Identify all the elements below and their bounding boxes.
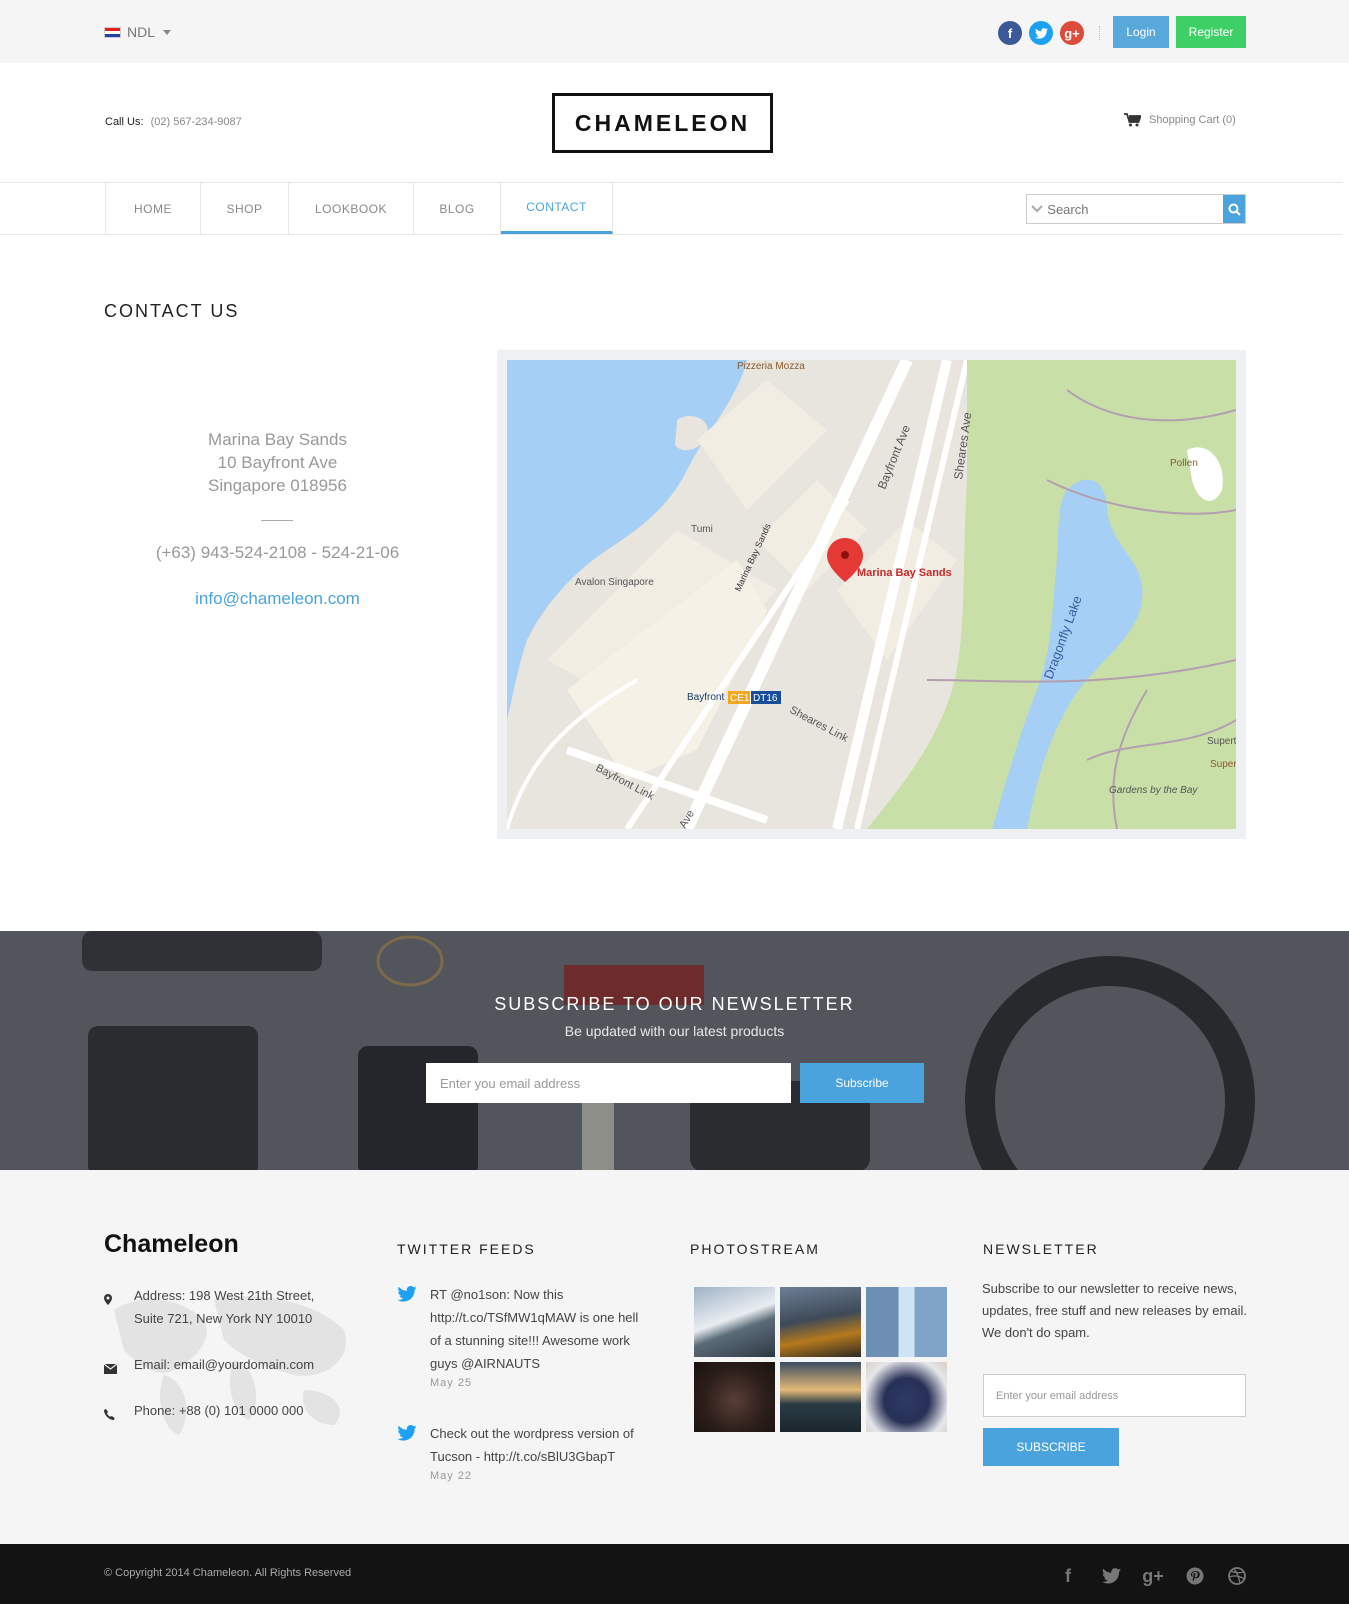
photostream-grid [694, 1287, 947, 1432]
call-us-number[interactable]: (02) 567-234-9087 [151, 116, 242, 128]
search-button[interactable] [1223, 195, 1245, 223]
twitter-icon[interactable] [1029, 21, 1053, 45]
googleplus-icon[interactable]: g+ [1060, 21, 1084, 45]
address-line: Suite 721, New York NY 10010 [134, 1311, 313, 1326]
tweet-date: May 25 [430, 1377, 473, 1389]
nav-item-home[interactable]: HOME [106, 183, 201, 234]
nav-item-shop[interactable]: SHOP [201, 183, 289, 234]
svg-text:Pollen: Pollen [1170, 458, 1198, 469]
divider [0, 234, 1343, 235]
twitter-icon[interactable] [1099, 1564, 1123, 1588]
googleplus-icon[interactable]: g+ [1141, 1564, 1165, 1588]
photo-thumbnail[interactable] [780, 1362, 861, 1432]
tweet-item: Check out the wordpress version of Tucso… [397, 1422, 645, 1482]
twitter-icon [397, 1283, 430, 1389]
cart-icon [1124, 113, 1141, 127]
facebook-icon[interactable]: f [1056, 1564, 1080, 1588]
svg-text:Pizzeria Mozza: Pizzeria Mozza [737, 361, 805, 372]
photo-thumbnail[interactable] [866, 1287, 947, 1357]
newsletter-email-input[interactable]: Enter your email address [983, 1374, 1246, 1417]
footer-email-text[interactable]: Email: email@yourdomain.com [134, 1353, 314, 1381]
flag-icon [104, 26, 121, 38]
footer-email: Email: email@yourdomain.com [103, 1353, 314, 1381]
newsletter-banner [0, 931, 1349, 1170]
footer-phone-text: Phone: +88 (0) 101 0000 000 [134, 1403, 304, 1418]
facebook-icon[interactable]: f [998, 21, 1022, 45]
newsletter-subscribe-button[interactable]: SUBSCRIBE [983, 1428, 1119, 1466]
envelope-icon [103, 1353, 134, 1381]
svg-text:Supertr: Supertr [1207, 736, 1236, 747]
call-us: Call Us: (02) 567-234-9087 [105, 116, 242, 128]
newsletter-description: Subscribe to our newsletter to receive n… [982, 1281, 1247, 1340]
svg-text:CE1: CE1 [730, 693, 750, 704]
language-label: NDL [127, 24, 156, 40]
photostream-title: PHOTOSTREAM [690, 1241, 820, 1257]
language-selector[interactable]: NDL [104, 24, 172, 40]
svg-text:DT16: DT16 [753, 693, 778, 704]
chevron-down-icon[interactable] [1027, 195, 1047, 223]
map[interactable]: Pizzeria Mozza Bayfront Ave Sheares Ave … [507, 360, 1236, 829]
page-title: CONTACT US [104, 301, 240, 321]
svg-text:Marina Bay Sands: Marina Bay Sands [857, 567, 952, 579]
svg-text:Tumi: Tumi [691, 524, 713, 535]
svg-text:Gardens by the Bay: Gardens by the Bay [1109, 785, 1198, 796]
search-box [1026, 194, 1246, 224]
tweet-item: RT @no1son: Now this http://t.co/TSfMW1q… [397, 1283, 645, 1389]
svg-text:Avalon Singapore: Avalon Singapore [575, 577, 654, 588]
login-button[interactable]: Login [1113, 16, 1169, 48]
caret-down-icon [163, 29, 172, 35]
tweet-text: RT @no1son: Now this http://t.co/TSfMW1q… [430, 1287, 639, 1371]
search-icon [1228, 203, 1241, 216]
cart-label: Shopping Cart (0) [1149, 114, 1236, 126]
contact-phone: (+63) 943-524-2108 - 524-21-06 [155, 543, 400, 562]
newsletter-title: NEWSLETTER [983, 1241, 1099, 1257]
address-line: Marina Bay Sands [208, 430, 347, 449]
twitter-icon [397, 1422, 430, 1482]
contact-address: Marina Bay Sands 10 Bayfront Ave Singapo… [104, 428, 451, 497]
footer-address: Address: 198 West 21th Street, Suite 721… [104, 1284, 314, 1330]
main-nav: HOME SHOP LOOKBOOK BLOG CONTACT [105, 183, 613, 234]
photo-thumbnail[interactable] [866, 1362, 947, 1432]
banner-email-input[interactable]: Enter you email address [426, 1063, 791, 1103]
divider [1099, 26, 1100, 40]
contact-email-link[interactable]: info@chameleon.com [104, 589, 451, 609]
nav-item-blog[interactable]: BLOG [414, 183, 501, 234]
tweet-text: Check out the wordpress version of Tucso… [430, 1426, 634, 1464]
site-logo[interactable]: CHAMELEON [552, 93, 773, 153]
phone-icon [104, 1399, 134, 1427]
map-container: Pizzeria Mozza Bayfront Ave Sheares Ave … [497, 350, 1246, 839]
address-line: Singapore 018956 [208, 476, 347, 495]
register-button[interactable]: Register [1176, 16, 1246, 48]
address-line: 10 Bayfront Ave [217, 453, 338, 472]
pinterest-icon[interactable] [1183, 1564, 1207, 1588]
banner-subtitle: Be updated with our latest products [564, 1023, 785, 1039]
address-line: Address: 198 West 21th Street, [134, 1288, 315, 1303]
call-us-label: Call Us: [105, 116, 144, 128]
twitter-feeds-title: TWITTER FEEDS [397, 1241, 536, 1257]
svg-text:Bayfront: Bayfront [687, 692, 724, 703]
nav-item-contact[interactable]: CONTACT [501, 183, 613, 234]
svg-text:Super: Super [1210, 759, 1236, 770]
tweet-date: May 22 [430, 1470, 473, 1482]
map-pin-icon [104, 1284, 134, 1330]
footer-brand: Chameleon [104, 1230, 239, 1258]
search-input[interactable] [1047, 195, 1224, 223]
shopping-cart[interactable]: Shopping Cart (0) [1124, 113, 1236, 127]
footer-phone: Phone: +88 (0) 101 0000 000 [104, 1399, 304, 1427]
copyright: © Copyright 2014 Chameleon. All Rights R… [104, 1567, 352, 1579]
dribbble-icon[interactable] [1225, 1564, 1249, 1588]
divider [261, 520, 293, 521]
nav-item-lookbook[interactable]: LOOKBOOK [289, 183, 414, 234]
top-social-links: f g+ [998, 21, 1084, 45]
photo-thumbnail[interactable] [780, 1287, 861, 1357]
banner-title: SUBSCRIBE TO OUR NEWSLETTER [494, 994, 855, 1014]
photo-thumbnail[interactable] [694, 1362, 775, 1432]
banner-subscribe-button[interactable]: Subscribe [800, 1063, 924, 1103]
photo-thumbnail[interactable] [694, 1287, 775, 1357]
